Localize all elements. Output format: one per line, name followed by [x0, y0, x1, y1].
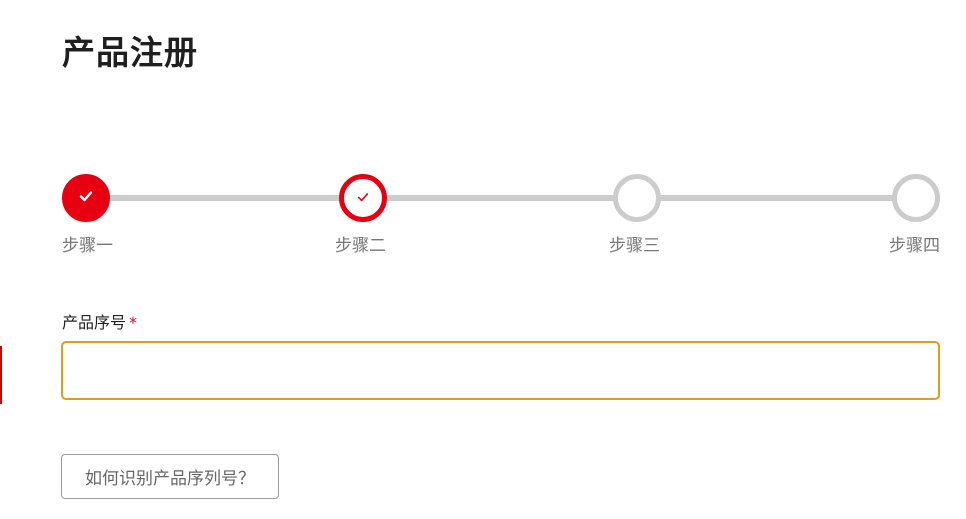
step-2-label: 步骤二: [335, 236, 386, 256]
serial-number-input[interactable]: [61, 341, 940, 400]
required-asterisk: *: [129, 313, 138, 332]
identify-serial-help-button[interactable]: 如何识别产品序列号？: [61, 454, 279, 499]
serial-number-label: 产品序号 *: [62, 309, 137, 333]
step-2-circle: [339, 174, 387, 222]
step-4: 步骤四: [889, 174, 940, 256]
step-1-label: 步骤一: [62, 236, 113, 256]
stepper-track: [86, 195, 916, 201]
product-registration-page: 产品注册 步骤一 步骤二 步骤三 步骤四 产品序号 * 如何识别产品序列号？: [0, 0, 966, 519]
step-1: 步骤一: [62, 174, 113, 256]
serial-number-label-text: 产品序号: [62, 313, 127, 332]
step-3-label: 步骤三: [609, 236, 660, 256]
step-2: 步骤二: [335, 174, 387, 256]
step-4-label: 步骤四: [889, 236, 940, 256]
check-icon: [356, 189, 370, 208]
step-1-circle: [62, 174, 110, 222]
left-edge-accent: [0, 346, 2, 404]
progress-stepper: 步骤一 步骤二 步骤三 步骤四: [62, 174, 940, 256]
step-3: 步骤三: [609, 174, 661, 256]
step-4-circle: [892, 174, 940, 222]
step-3-circle: [613, 174, 661, 222]
page-title: 产品注册: [62, 33, 198, 72]
check-icon: [78, 188, 94, 208]
